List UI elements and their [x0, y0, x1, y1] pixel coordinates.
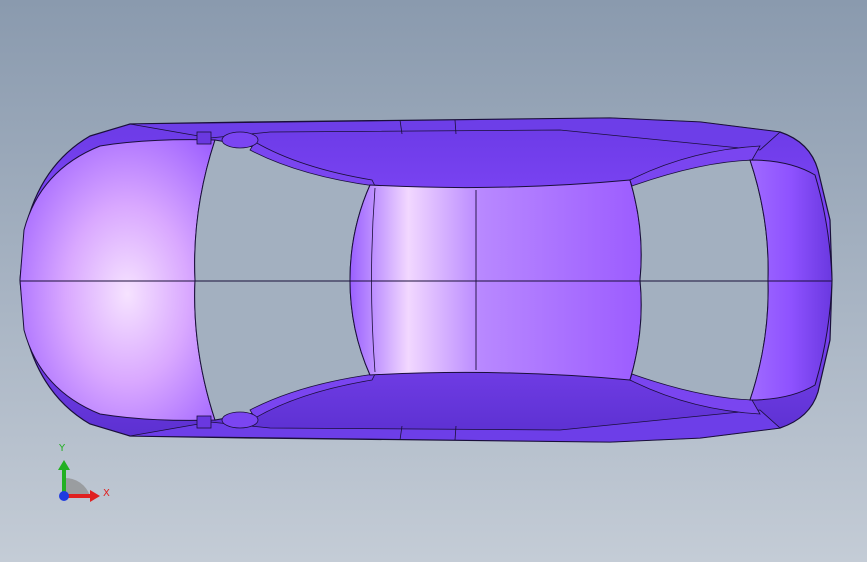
x-axis-arrowhead: [90, 490, 100, 502]
y-axis-arrowhead: [58, 460, 70, 470]
graphics-viewport[interactable]: Y X: [0, 0, 867, 562]
axis-triad: [58, 460, 100, 502]
y-axis-label: Y: [59, 443, 66, 454]
z-axis-dot: [59, 491, 69, 501]
x-axis-label: X: [103, 488, 110, 499]
